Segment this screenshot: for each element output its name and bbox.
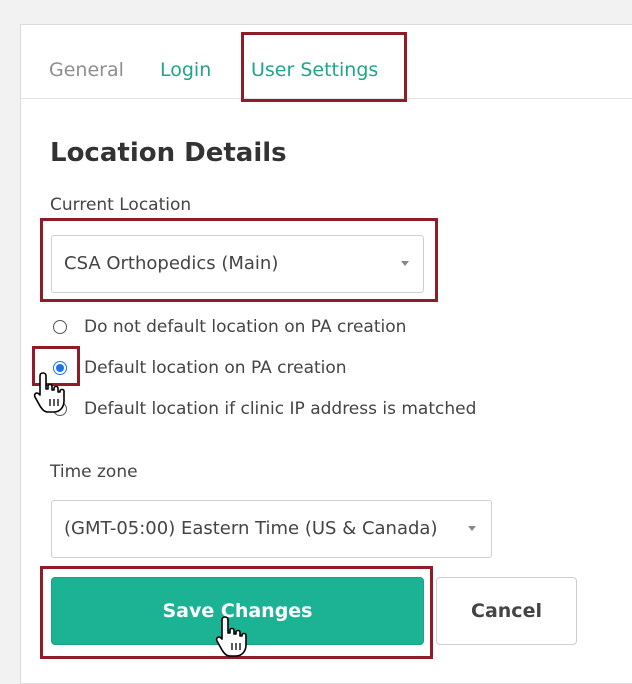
current-location-select[interactable]: CSA Orthopedics (Main): [51, 235, 424, 293]
tab-general[interactable]: General: [49, 58, 124, 82]
radio-label: Default location if clinic IP address is…: [84, 399, 477, 419]
tab-bar: General Login User Settings: [21, 25, 632, 99]
time-zone-select[interactable]: (GMT-05:00) Eastern Time (US & Canada): [51, 500, 492, 558]
radio-option-no-default[interactable]: Do not default location on PA creation: [51, 316, 471, 340]
cancel-button[interactable]: Cancel: [436, 577, 577, 645]
radio-label: Default location on PA creation: [84, 358, 347, 378]
radio-button-checked[interactable]: [53, 361, 67, 375]
time-zone-label: Time zone: [50, 462, 138, 482]
section-title: Location Details: [50, 138, 287, 168]
radio-button[interactable]: [53, 402, 67, 416]
current-location-label: Current Location: [50, 195, 192, 215]
radio-button[interactable]: [53, 320, 67, 334]
radio-option-default-on-pa[interactable]: Default location on PA creation: [51, 357, 411, 381]
radio-option-default-ip[interactable]: Default location if clinic IP address is…: [51, 398, 511, 422]
time-zone-value: (GMT-05:00) Eastern Time (US & Canada): [64, 518, 438, 539]
radio-label: Do not default location on PA creation: [84, 317, 407, 337]
current-location-value: CSA Orthopedics (Main): [64, 253, 279, 274]
settings-panel: General Login User Settings Location Det…: [20, 24, 632, 684]
save-changes-button[interactable]: Save Changes: [51, 577, 424, 645]
chevron-down-icon: [468, 526, 476, 531]
chevron-down-icon: [401, 261, 409, 266]
tab-login[interactable]: Login: [160, 58, 211, 82]
tab-user-settings[interactable]: User Settings: [251, 58, 378, 82]
